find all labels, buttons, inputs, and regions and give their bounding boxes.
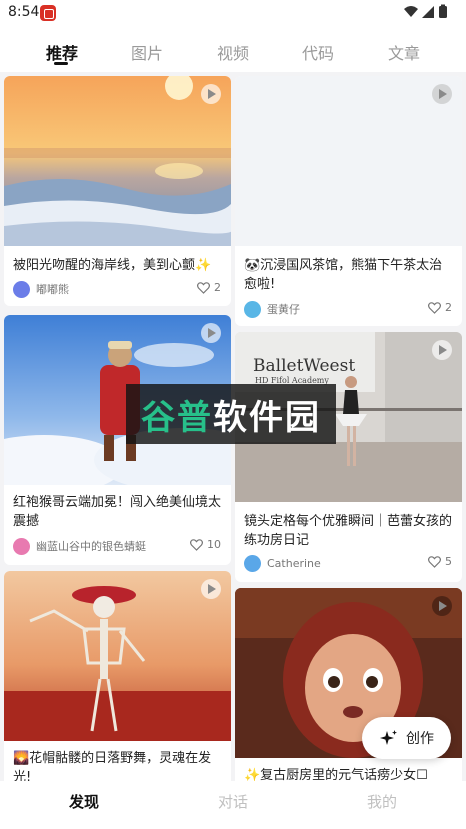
card-title: 镜头定格每个优雅瞬间｜芭蕾女孩的练功房日记: [244, 514, 453, 548]
card-author[interactable]: 蛋黄仔: [244, 300, 300, 318]
like-count[interactable]: 5: [428, 555, 452, 568]
feed-card[interactable]: 🐼沉浸国风茶馆，熊猫下午茶太治愈啦! 蛋黄仔 2: [235, 76, 462, 326]
avatar: [13, 537, 30, 555]
battery-icon: [439, 6, 447, 18]
watermark-text-accent: 谷普: [141, 397, 213, 438]
image-text-title: BalletWeest: [253, 356, 356, 376]
wifi-icon: [404, 6, 418, 17]
tab-articles[interactable]: 文章: [374, 40, 434, 64]
feed-card[interactable]: 被阳光吻醒的海岸线，美到心颤✨ 嘟嘟熊 2: [4, 76, 231, 306]
video-play-icon: [201, 84, 221, 104]
avatar: [244, 554, 261, 572]
tab-images[interactable]: 图片: [117, 40, 177, 64]
heart-icon: [428, 555, 441, 568]
author-name: Catherine: [267, 556, 321, 570]
card-author[interactable]: 嘟嘟熊: [13, 280, 69, 298]
card-image-panda-tea: [235, 76, 462, 246]
video-play-icon: [201, 579, 221, 599]
heart-icon: [428, 301, 441, 314]
status-bar: 8:54: [0, 0, 466, 26]
card-title: 红袍猴哥云端加冕！闯入绝美仙境太震撼: [13, 495, 222, 529]
avatar: [13, 280, 30, 298]
app-badge-icon: [40, 5, 56, 21]
video-play-icon: [432, 340, 452, 360]
nav-discover[interactable]: 发现: [54, 791, 114, 812]
card-title: ✨复古厨房里的元气话痨少女☐: [244, 768, 428, 781]
avatar: [244, 300, 261, 318]
video-play-icon: [201, 323, 221, 343]
like-number: 10: [207, 538, 221, 551]
tab-recommend[interactable]: 推荐: [32, 40, 92, 64]
tab-code[interactable]: 代码: [288, 40, 348, 64]
feed-card[interactable]: BalletWeest HD Fifol Academy 镜头定格每个优雅瞬间｜…: [235, 332, 462, 582]
watermark-text-rest: 软件园: [213, 397, 321, 438]
create-button[interactable]: 创作: [362, 717, 451, 759]
author-name: 蛋黄仔: [267, 303, 300, 316]
watermark-text: 谷普软件园: [141, 390, 321, 439]
like-count[interactable]: 10: [190, 538, 221, 551]
tab-videos[interactable]: 视频: [203, 40, 263, 64]
card-author[interactable]: 幽蓝山谷中的银色蜻蜓: [13, 537, 146, 555]
nav-chat[interactable]: 对话: [203, 791, 263, 812]
like-count[interactable]: 2: [428, 301, 452, 314]
author-name: 幽蓝山谷中的银色蜻蜓: [36, 540, 146, 553]
heart-icon: [197, 281, 210, 294]
card-title: 被阳光吻醒的海岸线，美到心颤✨: [13, 258, 212, 273]
status-time: 8:54: [8, 4, 40, 20]
active-tab-indicator: [54, 62, 68, 65]
bottom-nav: 发现 对话 我的: [0, 781, 466, 829]
like-number: 2: [214, 281, 221, 294]
sparkle-icon: [380, 730, 397, 745]
like-number: 5: [445, 555, 452, 568]
card-image-sunset-beach: [4, 76, 231, 246]
signal-icon: [422, 6, 434, 18]
author-name: 嘟嘟熊: [36, 283, 69, 296]
watermark: 谷普软件园: [126, 384, 336, 444]
status-icons: [404, 4, 447, 18]
heart-icon: [190, 538, 203, 551]
like-number: 2: [445, 301, 452, 314]
card-image-skeleton-dance: [4, 571, 231, 741]
card-title: 🐼沉浸国风茶馆，熊猫下午茶太治愈啦!: [244, 258, 443, 292]
video-play-icon: [432, 84, 452, 104]
video-play-icon: [432, 596, 452, 616]
feed-card[interactable]: 🌄花帽骷髅的日落野舞，灵魂在发光!: [4, 571, 231, 781]
like-count[interactable]: 2: [197, 281, 221, 294]
category-tabs: 推荐 图片 视频 代码 文章: [0, 26, 466, 72]
create-button-label: 创作: [406, 731, 434, 747]
card-title: 🌄花帽骷髅的日落野舞，灵魂在发光!: [13, 751, 212, 781]
nav-me[interactable]: 我的: [352, 791, 412, 812]
card-author[interactable]: Catherine: [244, 554, 321, 572]
